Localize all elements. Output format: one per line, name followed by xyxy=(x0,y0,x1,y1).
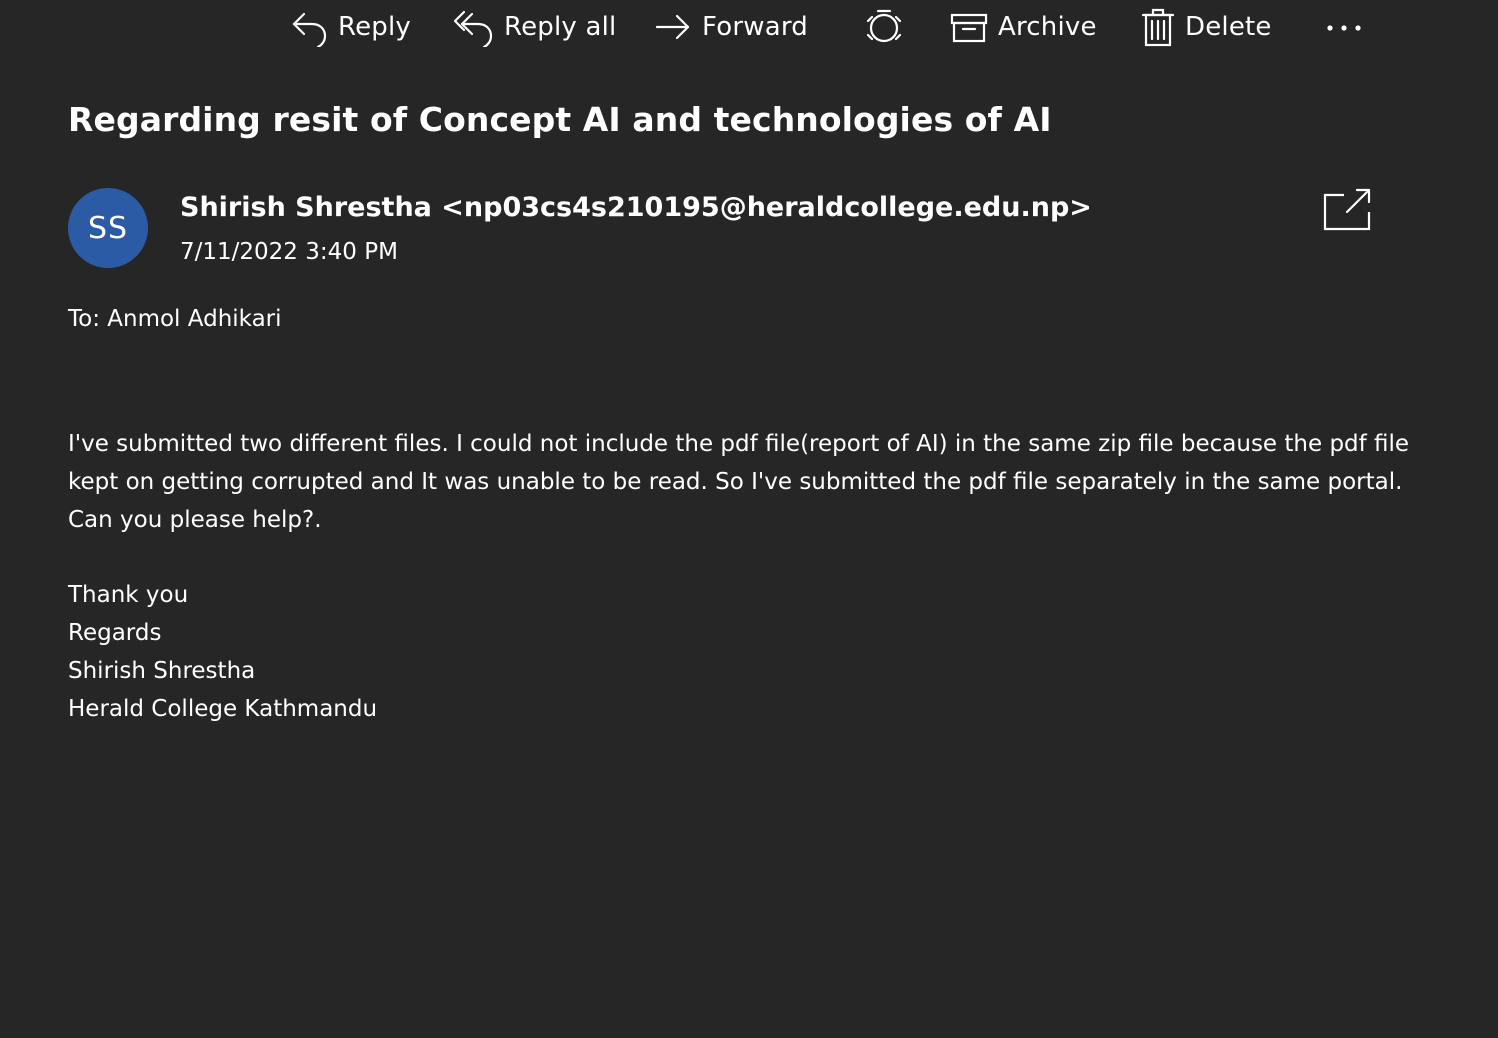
archive-button[interactable]: Archive xyxy=(950,4,1097,50)
archive-label: Archive xyxy=(998,12,1097,42)
reply-label: Reply xyxy=(338,12,412,42)
reply-all-icon xyxy=(452,7,494,47)
open-in-new-window-button[interactable] xyxy=(1322,188,1372,232)
forward-icon xyxy=(654,7,692,47)
forward-button[interactable]: Forward xyxy=(654,4,808,50)
archive-icon xyxy=(950,7,988,47)
message-signature: Thank you Regards Shirish Shrestha Heral… xyxy=(68,576,377,728)
avatar-initials: SS xyxy=(87,210,129,246)
sender-name-email[interactable]: Shirish Shrestha <np03cs4s210195@heraldc… xyxy=(180,192,1092,223)
message-reading-pane: Reply Reply all Forward Archive Delete R… xyxy=(0,0,1498,1038)
popout-icon xyxy=(1322,188,1372,236)
recipients-line: To: Anmol Adhikari xyxy=(68,306,282,332)
sweep-button[interactable] xyxy=(864,4,904,50)
message-toolbar: Reply Reply all Forward Archive Delete xyxy=(0,0,1498,56)
more-options-button[interactable] xyxy=(1322,4,1366,50)
reply-icon xyxy=(290,7,328,47)
signature-line: Regards xyxy=(68,620,162,646)
forward-label: Forward xyxy=(702,12,808,42)
sweep-icon xyxy=(864,7,904,47)
delete-icon xyxy=(1141,7,1175,47)
signature-line: Herald College Kathmandu xyxy=(68,696,378,722)
delete-label: Delete xyxy=(1185,12,1272,42)
reply-all-button[interactable]: Reply all xyxy=(452,4,616,50)
delete-button[interactable]: Delete xyxy=(1141,4,1272,50)
more-icon xyxy=(1322,7,1366,47)
reply-all-label: Reply all xyxy=(504,12,617,42)
message-body: I've submitted two different files. I co… xyxy=(68,431,1410,533)
signature-line: Thank you xyxy=(68,582,189,608)
signature-line: Shirish Shrestha xyxy=(68,658,256,684)
message-date: 7/11/2022 3:40 PM xyxy=(180,239,398,265)
sender-avatar: SS xyxy=(68,188,148,268)
message-subject: Regarding resit of Concept AI and techno… xyxy=(68,100,1052,139)
reply-button[interactable]: Reply xyxy=(290,4,411,50)
